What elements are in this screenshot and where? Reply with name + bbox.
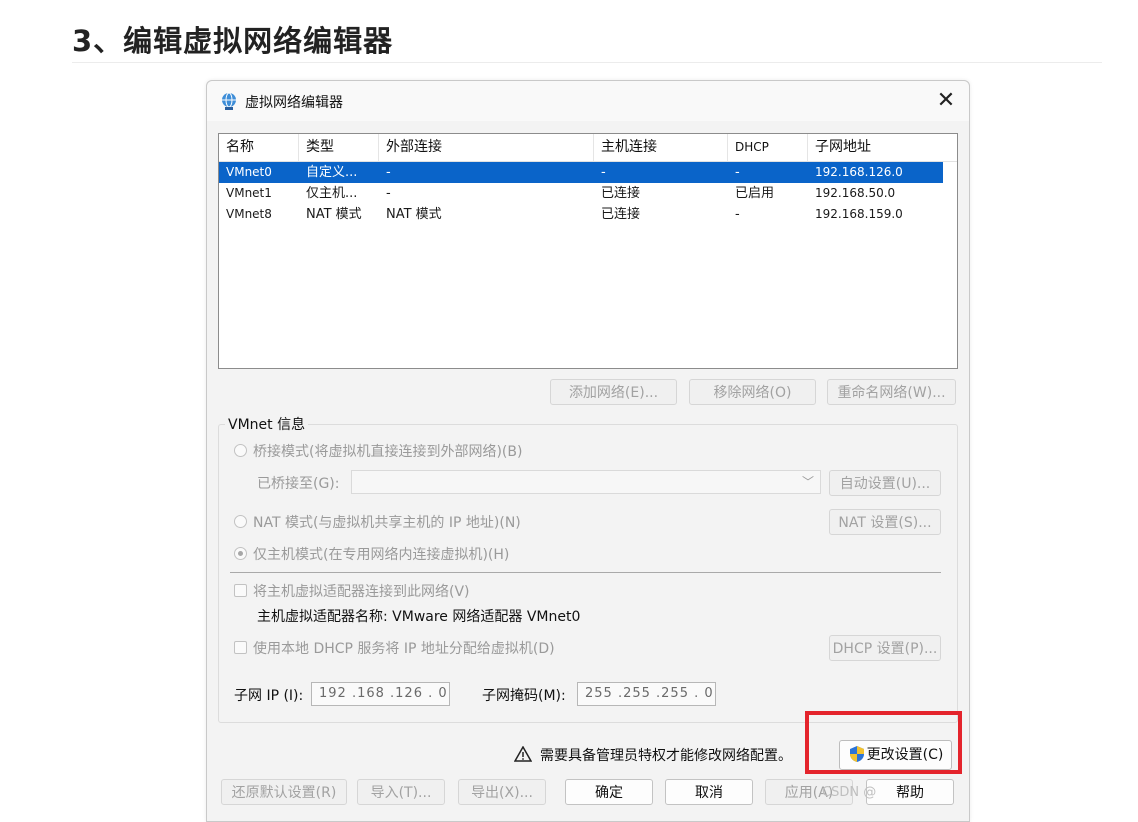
dhcp-settings-button[interactable]: DHCP 设置(P)... — [829, 635, 941, 661]
import-button[interactable]: 导入(T)... — [357, 779, 445, 805]
chevron-down-icon: ﹀ — [801, 475, 814, 489]
column-header-host[interactable]: 主机连接 — [594, 134, 728, 161]
help-button[interactable]: 帮助 — [866, 779, 954, 805]
restore-defaults-button[interactable]: 还原默认设置(R) — [221, 779, 347, 805]
nat-settings-button[interactable]: NAT 设置(S)... — [829, 509, 941, 535]
nat-radio[interactable] — [234, 515, 247, 528]
vmnet-info-group — [218, 424, 958, 723]
add-network-button[interactable]: 添加网络(E)... — [550, 379, 677, 405]
close-button[interactable]: ✕ — [929, 85, 963, 117]
cell-subnet: 192.168.126.0 — [815, 165, 903, 179]
cell-type: 仅主机... — [306, 186, 358, 201]
table-row[interactable]: VMnet0 自定义... - - - 192.168.126.0 — [219, 162, 943, 183]
use-dhcp-checkbox[interactable] — [234, 641, 247, 654]
table-row[interactable]: VMnet8 NAT 模式 NAT 模式 已连接 - 192.168.159.0 — [219, 204, 943, 225]
cell-type: NAT 模式 — [306, 207, 362, 222]
network-list[interactable]: 名称 类型 外部连接 主机连接 DHCP 子网地址 VMnet0 自定义... … — [218, 133, 958, 369]
adapter-name-text: 主机虚拟适配器名称: VMware 网络适配器 VMnet0 — [257, 609, 581, 625]
cell-host: - — [601, 165, 606, 180]
use-dhcp-label: 使用本地 DHCP 服务将 IP 地址分配给虚拟机(D) — [253, 641, 555, 657]
section-divider — [230, 572, 941, 573]
export-button[interactable]: 导出(X)... — [458, 779, 546, 805]
group-title: VMnet 信息 — [225, 414, 309, 434]
column-header-dhcp[interactable]: DHCP — [728, 134, 808, 161]
cell-external: - — [386, 165, 391, 180]
cell-external: - — [386, 186, 391, 201]
cancel-button[interactable]: 取消 — [665, 779, 753, 805]
connect-adapter-label: 将主机虚拟适配器连接到此网络(V) — [253, 584, 470, 600]
column-header-name[interactable]: 名称 — [219, 134, 299, 161]
nat-label: NAT 模式(与虚拟机共享主机的 IP 地址)(N) — [253, 515, 521, 531]
bridged-label: 桥接模式(将虚拟机直接连接到外部网络)(B) — [253, 444, 523, 460]
subnet-mask-label: 子网掩码(M): — [482, 688, 566, 704]
bridged-to-select[interactable]: ﹀ — [351, 470, 821, 494]
cell-external: NAT 模式 — [386, 207, 442, 222]
red-highlight-box — [805, 711, 962, 774]
dialog-titlebar: 虚拟网络编辑器 ✕ — [207, 81, 969, 121]
auto-settings-button[interactable]: 自动设置(U)... — [829, 470, 941, 496]
list-header: 名称 类型 外部连接 主机连接 DHCP 子网地址 — [219, 134, 957, 162]
cell-subnet: 192.168.50.0 — [815, 186, 896, 200]
cell-name: VMnet1 — [226, 186, 272, 200]
column-header-type[interactable]: 类型 — [299, 134, 379, 161]
column-header-subnet[interactable]: 子网地址 — [808, 134, 957, 161]
admin-warning-text: 需要具备管理员特权才能修改网络配置。 — [540, 748, 792, 764]
cell-dhcp: - — [735, 165, 740, 180]
bridged-to-label: 已桥接至(G): — [257, 476, 340, 492]
network-globe-icon — [222, 92, 236, 110]
connect-adapter-checkbox[interactable] — [234, 584, 247, 597]
table-row[interactable]: VMnet1 仅主机... - 已连接 已启用 192.168.50.0 — [219, 183, 943, 204]
host-only-radio[interactable] — [234, 547, 247, 560]
bridged-radio[interactable] — [234, 444, 247, 457]
subnet-mask-input[interactable]: 255 .255 .255 . 0 — [577, 682, 716, 706]
cell-host: 已连接 — [601, 186, 641, 201]
article-heading: 3、编辑虚拟网络编辑器 — [72, 24, 394, 58]
warning-icon — [514, 746, 532, 762]
ok-button[interactable]: 确定 — [565, 779, 653, 805]
watermark: CSDN @ — [822, 785, 877, 800]
dialog-title: 虚拟网络编辑器 — [245, 95, 343, 111]
host-only-label: 仅主机模式(在专用网络内连接虚拟机)(H) — [253, 547, 510, 563]
heading-divider — [72, 62, 1102, 63]
remove-network-button[interactable]: 移除网络(O) — [689, 379, 816, 405]
cell-dhcp: - — [735, 207, 740, 222]
cell-dhcp: 已启用 — [735, 186, 775, 201]
subnet-ip-label: 子网 IP (I): — [234, 688, 304, 704]
cell-subnet: 192.168.159.0 — [815, 207, 903, 221]
cell-name: VMnet8 — [226, 207, 272, 221]
cell-type: 自定义... — [306, 165, 358, 180]
cell-name: VMnet0 — [226, 165, 272, 179]
subnet-ip-input[interactable]: 192 .168 .126 . 0 — [311, 682, 450, 706]
rename-network-button[interactable]: 重命名网络(W)... — [827, 379, 956, 405]
cell-host: 已连接 — [601, 207, 641, 222]
column-header-external[interactable]: 外部连接 — [379, 134, 594, 161]
